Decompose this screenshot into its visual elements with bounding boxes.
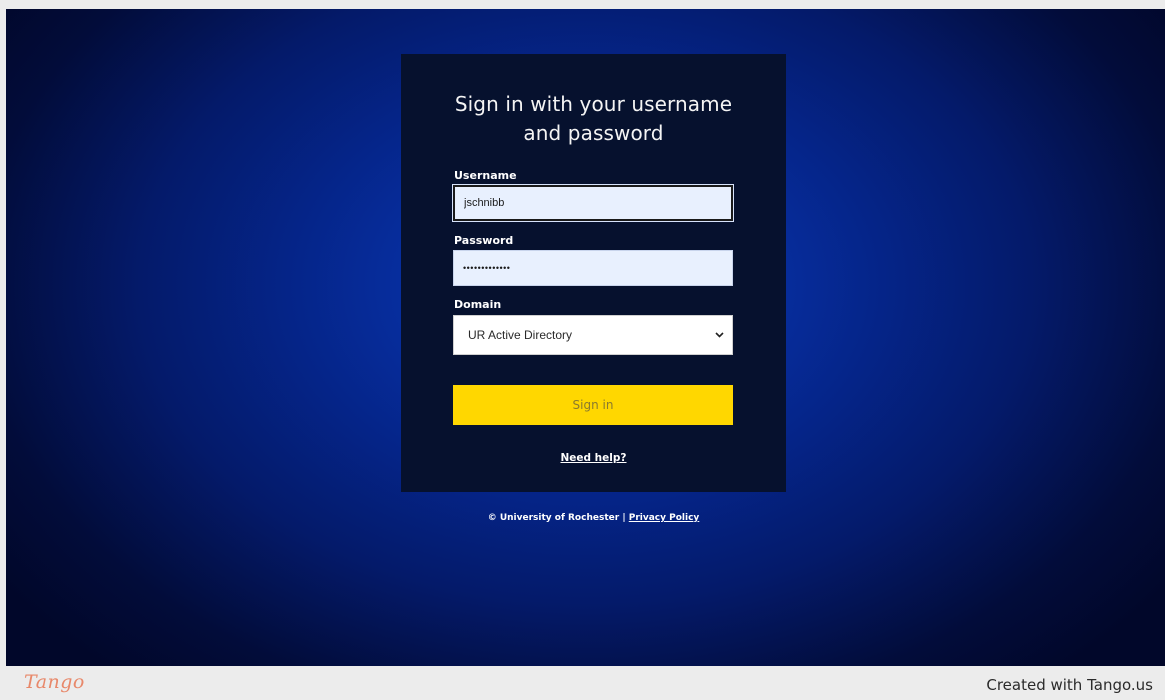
browser-viewport: Sign in with your username and password … [6, 9, 1165, 666]
tango-credit-text: Created with Tango.us [986, 676, 1153, 694]
need-help-row: Need help? [401, 448, 786, 466]
domain-label: Domain [454, 298, 502, 311]
chevron-down-icon [714, 330, 724, 340]
privacy-policy-link[interactable]: Privacy Policy [629, 513, 700, 523]
login-title: Sign in with your username and password [401, 90, 786, 148]
password-label: Password [454, 234, 514, 247]
need-help-link[interactable]: Need help? [560, 452, 626, 464]
login-panel: Sign in with your username and password … [401, 54, 786, 492]
tango-logo: Tango [24, 671, 85, 693]
password-input[interactable]: ••••••••••••• [453, 250, 733, 286]
sign-in-button[interactable]: Sign in [453, 385, 733, 425]
username-input[interactable] [453, 185, 733, 221]
domain-select[interactable]: UR Active Directory [453, 315, 733, 355]
username-label: Username [454, 169, 517, 182]
page-footer: © University of Rochester | Privacy Poli… [401, 513, 786, 523]
login-title-line2: and password [523, 121, 664, 145]
copyright-text: © University of Rochester [487, 513, 620, 523]
footer-separator: | [622, 513, 626, 523]
domain-selected-value: UR Active Directory [468, 328, 573, 342]
login-title-line1: Sign in with your username [454, 92, 733, 116]
